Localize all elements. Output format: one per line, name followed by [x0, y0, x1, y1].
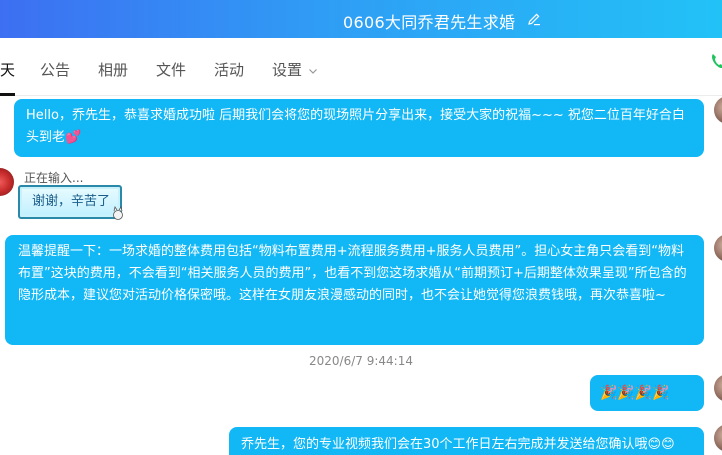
message-bubble: 温馨提醒一下：一场求婚的整体费用包括“物料布置费用+流程服务费用+服务人员费用”… — [5, 235, 704, 345]
avatar[interactable] — [0, 168, 14, 196]
cat-icon — [113, 206, 123, 220]
edit-icon[interactable] — [527, 12, 541, 26]
avatar[interactable] — [714, 374, 722, 402]
typing-indicator: 正在输入... — [24, 171, 84, 185]
message-bubble: Hello，乔先生，恭喜求婚成功啦 后期我们会将您的现场照片分享出来，接受大家的… — [14, 99, 704, 157]
chat-area[interactable]: Hello，乔先生，恭喜求婚成功啦 后期我们会将您的现场照片分享出来，接受大家的… — [0, 96, 722, 455]
message-timestamp: 2020/6/7 9:44:14 — [309, 354, 413, 368]
message-bubble: 🎉🎉🎉🎉 — [590, 375, 704, 411]
message-bubble: 乔先生，您的专业视频我们会在30个工作日左右完成并发送给您确认哦😊😊 — [229, 427, 704, 455]
tab-activity[interactable]: 活动 — [214, 59, 244, 80]
avatar[interactable] — [714, 424, 722, 452]
tab-settings-label: 设置 — [272, 61, 303, 79]
group-title: 0606大同乔君先生求婚 — [343, 13, 516, 32]
tab-files[interactable]: 文件 — [156, 59, 186, 80]
title-bar: 0606大同乔君先生求婚 — [0, 0, 722, 38]
tab-notice[interactable]: 公告 — [40, 59, 70, 80]
tab-bar: 天 公告 相册 文件 活动 设置 — [0, 38, 722, 96]
phone-icon[interactable] — [710, 52, 722, 70]
avatar[interactable] — [714, 234, 722, 262]
sticker-text: 谢谢，辛苦了 — [32, 194, 111, 209]
tab-chat[interactable]: 天 — [0, 59, 15, 80]
tab-settings[interactable]: 设置 — [272, 59, 318, 80]
tab-album[interactable]: 相册 — [98, 59, 128, 80]
chevron-down-icon — [309, 68, 317, 74]
avatar[interactable] — [714, 96, 722, 124]
sticker-message: 谢谢，辛苦了 — [18, 185, 123, 220]
